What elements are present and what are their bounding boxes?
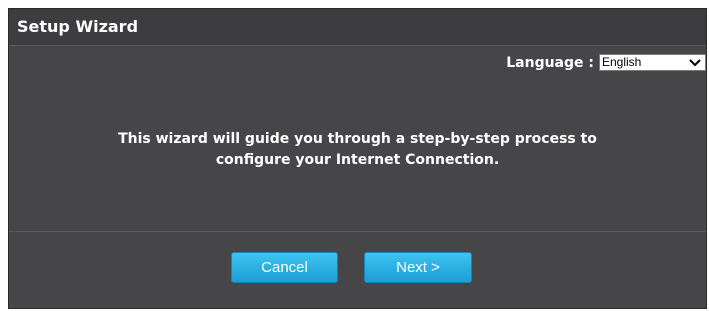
setup-wizard-panel: Setup Wizard Language : English This wiz… bbox=[8, 8, 707, 309]
wizard-description-line2: configure your Internet Connection. bbox=[215, 152, 500, 168]
language-label: Language : bbox=[506, 54, 594, 71]
wizard-description: This wizard will guide you through a ste… bbox=[9, 129, 706, 171]
chevron-down-icon bbox=[689, 59, 701, 67]
page-title: Setup Wizard bbox=[17, 17, 139, 36]
divider bbox=[9, 231, 706, 232]
language-select[interactable]: English bbox=[599, 54, 706, 71]
next-button[interactable]: Next > bbox=[364, 252, 472, 283]
wizard-description-line1: This wizard will guide you through a ste… bbox=[118, 131, 597, 147]
header-bar: Setup Wizard bbox=[9, 9, 706, 46]
language-selector-row: Language : English bbox=[506, 54, 706, 71]
language-selected-value: English bbox=[602, 55, 642, 69]
cancel-button[interactable]: Cancel bbox=[231, 252, 338, 283]
